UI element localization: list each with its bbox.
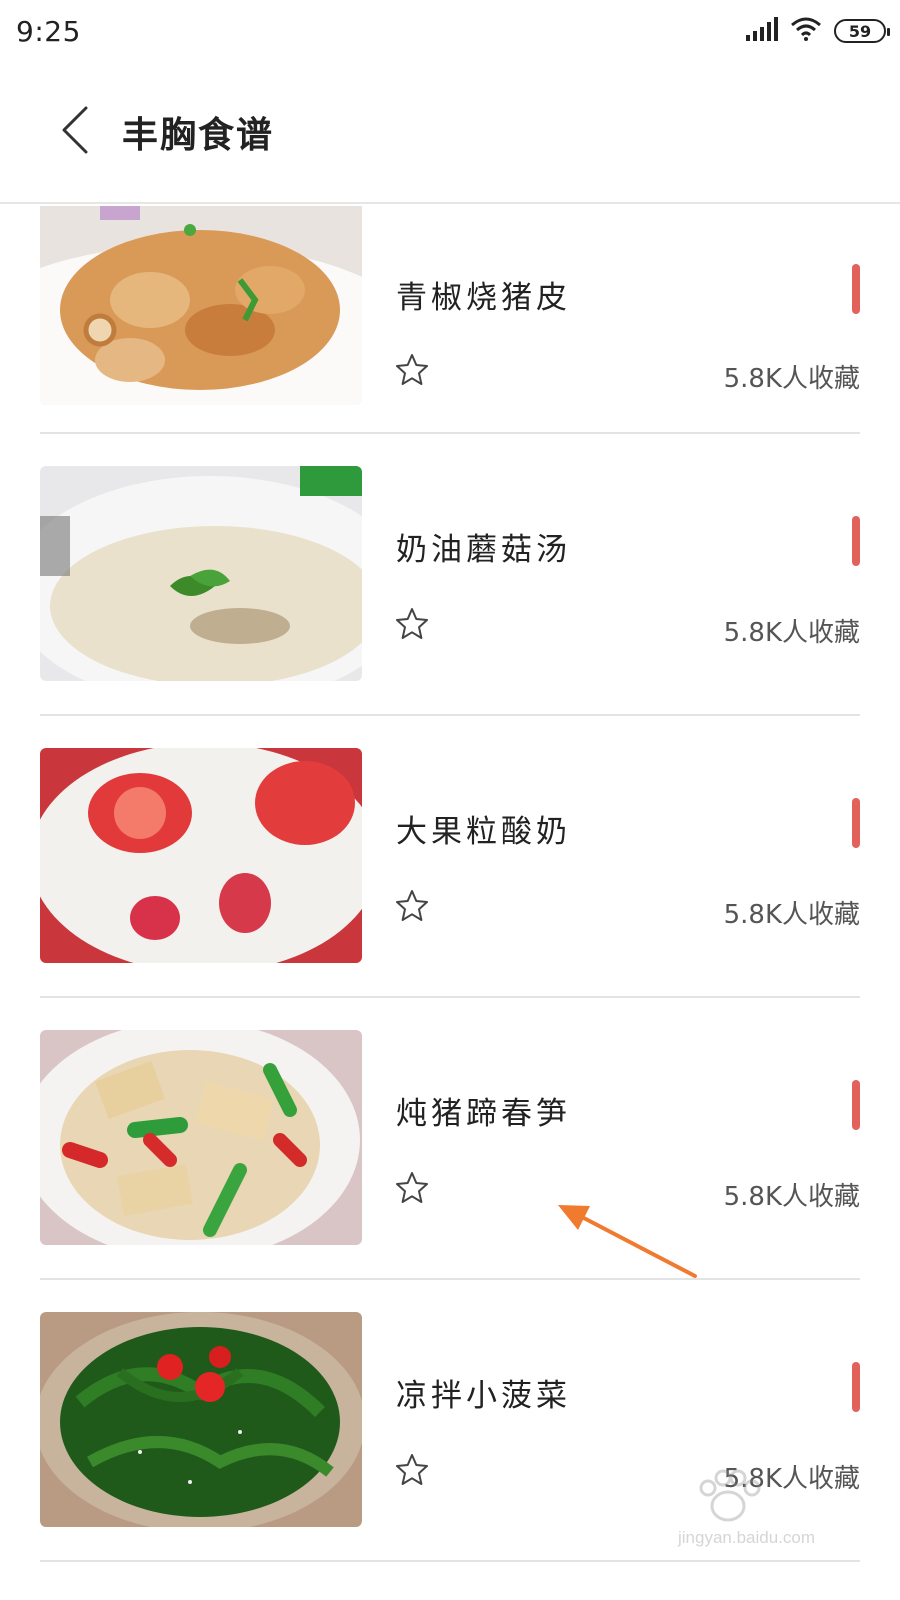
battery-icon: 59 bbox=[834, 19, 890, 43]
accent-bar-4 bbox=[852, 1080, 860, 1130]
status-bar: 9:25 59 bbox=[0, 0, 900, 62]
divider bbox=[40, 1560, 860, 1562]
recipe-item-2[interactable]: 奶油蘑菇汤 5.8K人收藏 bbox=[40, 434, 860, 716]
accent-bar-5 bbox=[852, 1362, 860, 1412]
accent-bar-1 bbox=[852, 264, 860, 314]
star-icon[interactable] bbox=[394, 888, 430, 924]
recipe-item-4[interactable]: 炖猪蹄春笋 5.8K人收藏 bbox=[40, 998, 860, 1280]
battery-level: 59 bbox=[848, 21, 872, 41]
recipe-image-4 bbox=[40, 1030, 362, 1245]
star-icon[interactable] bbox=[394, 606, 430, 642]
accent-bar-2 bbox=[852, 516, 860, 566]
recipe-list: 青椒烧猪皮 5.8K人收藏 奶油蘑菇汤 5.8K人收藏 大果粒酸奶 5.8K人收… bbox=[0, 206, 900, 1600]
status-time: 9:25 bbox=[16, 14, 81, 48]
recipe-item-1[interactable]: 青椒烧猪皮 5.8K人收藏 bbox=[40, 206, 860, 434]
recipe-image-3 bbox=[40, 748, 362, 963]
recipe-title-4: 炖猪蹄春笋 bbox=[396, 1096, 571, 1132]
favorite-count-4: 5.8K人收藏 bbox=[723, 1182, 860, 1212]
star-icon[interactable] bbox=[394, 352, 430, 388]
accent-bar-3 bbox=[852, 798, 860, 848]
recipe-image-2 bbox=[40, 466, 362, 681]
favorite-count-3: 5.8K人收藏 bbox=[723, 900, 860, 930]
recipe-title-2: 奶油蘑菇汤 bbox=[396, 532, 571, 568]
recipe-image-1 bbox=[40, 206, 362, 405]
star-icon[interactable] bbox=[394, 1452, 430, 1488]
recipe-image-5 bbox=[40, 1312, 362, 1527]
status-icons: 59 bbox=[746, 17, 890, 45]
recipe-item-3[interactable]: 大果粒酸奶 5.8K人收藏 bbox=[40, 716, 860, 998]
watermark: jingyan.baidu.com bbox=[668, 1468, 868, 1558]
favorite-count-1: 5.8K人收藏 bbox=[723, 364, 860, 394]
recipe-title-1: 青椒烧猪皮 bbox=[396, 280, 571, 316]
back-button[interactable] bbox=[40, 97, 110, 167]
chevron-left-icon bbox=[60, 106, 90, 158]
recipe-title-3: 大果粒酸奶 bbox=[396, 814, 571, 850]
paw-logo-icon bbox=[699, 1469, 761, 1522]
favorite-count-2: 5.8K人收藏 bbox=[723, 618, 860, 648]
watermark-text: jingyan.baidu.com bbox=[678, 1528, 816, 1547]
signal-icon bbox=[746, 17, 778, 45]
recipe-title-5: 凉拌小菠菜 bbox=[396, 1378, 571, 1414]
star-icon[interactable] bbox=[394, 1170, 430, 1206]
page-title: 丰胸食谱 bbox=[122, 115, 275, 156]
app-bar: 丰胸食谱 bbox=[0, 62, 900, 204]
wifi-icon bbox=[790, 17, 822, 45]
